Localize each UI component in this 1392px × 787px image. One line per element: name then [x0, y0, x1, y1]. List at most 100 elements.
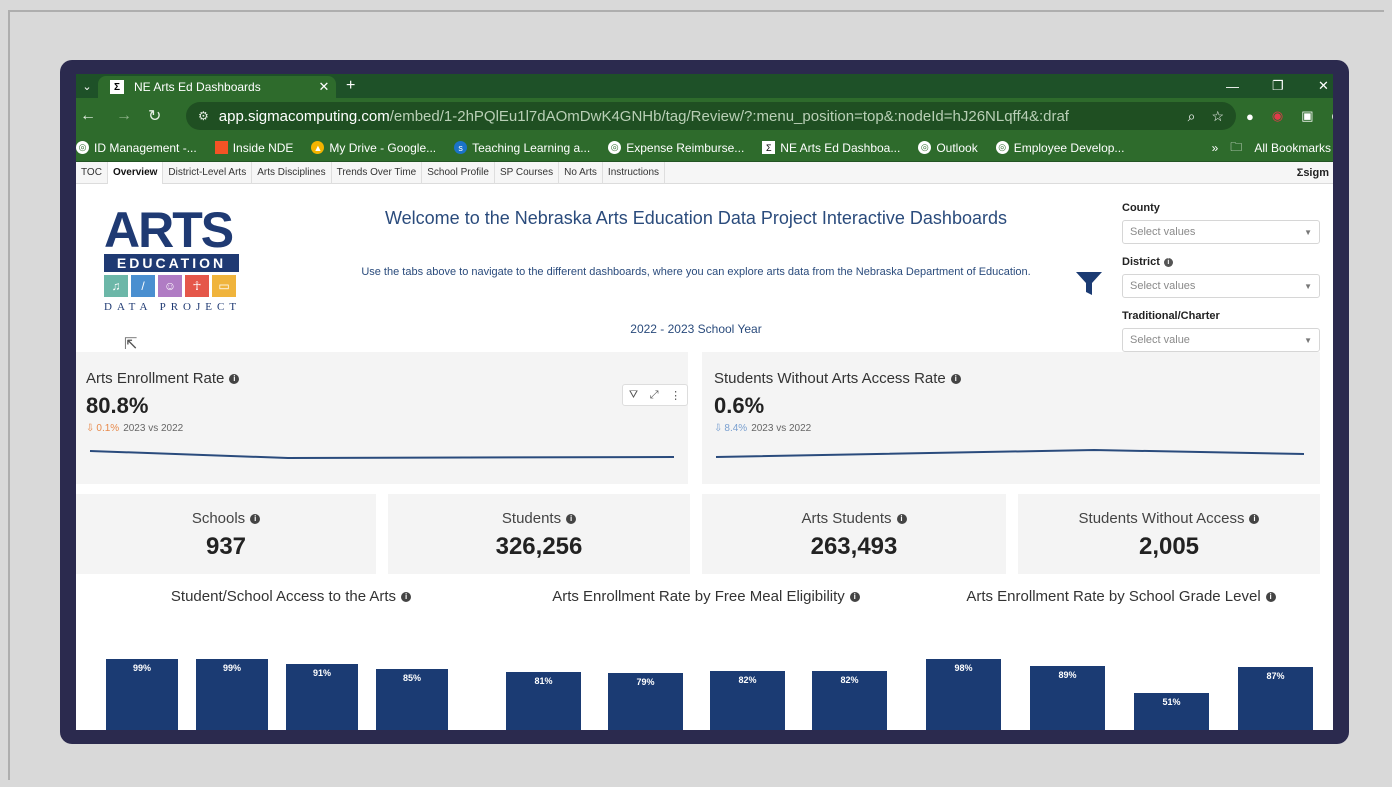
url-input[interactable]: ⚙ app.sigmacomputing.com/embed/1-2hPQlEu… — [186, 102, 1236, 130]
info-icon[interactable]: i — [401, 591, 412, 602]
video-frame: ⌄ Σ NE Arts Ed Dashboards ✕ + — ❐ ✕ ← → … — [60, 60, 1349, 744]
minimize-icon[interactable]: — — [1226, 74, 1239, 98]
bar-0-0[interactable]: 99% — [106, 658, 178, 730]
site-settings-icon[interactable]: ⚙ — [198, 109, 209, 123]
new-tab-icon[interactable]: + — [346, 74, 355, 98]
profile-avatar-icon[interactable]: ◍ — [1332, 108, 1334, 124]
kpi-value: 80.8% — [86, 393, 149, 418]
tab-arts-disciplines[interactable]: Arts Disciplines — [252, 161, 332, 184]
bookmark-outlook[interactable]: ◎ Outlook — [918, 141, 978, 155]
element-toolbar: ⛛ ⤢ ⋮ — [622, 384, 688, 406]
county-select[interactable]: Select values ▼ — [1122, 220, 1320, 244]
all-bookmarks[interactable]: All Bookmarks — [1254, 141, 1331, 155]
address-bar-row: ← → ↻ ⚙ app.sigmacomputing.com/embed/1-2… — [76, 98, 1333, 134]
page-title: Welcome to the Nebraska Arts Education D… — [385, 208, 1007, 228]
filter-toolbar-icon[interactable]: ⛛ — [629, 389, 638, 402]
tab-trends-over-time[interactable]: Trends Over Time — [332, 161, 423, 184]
stat-arts-students: Arts Students i 263,493 — [702, 494, 1006, 574]
tab-no-arts[interactable]: No Arts — [559, 161, 603, 184]
tab-school-profile[interactable]: School Profile — [422, 161, 495, 184]
chevron-down-icon: ▼ — [1304, 335, 1312, 345]
trend-badge: ⇩ 8.4% — [714, 423, 748, 434]
filter-icon — [1076, 272, 1102, 295]
bar-0-2[interactable]: 91% — [286, 664, 358, 730]
students-without-arts-panel[interactable]: Students Without Arts Access Rate i 0.6% … — [702, 352, 1320, 484]
county-label: County — [1122, 202, 1160, 214]
close-window-icon[interactable]: ✕ — [1318, 74, 1329, 98]
info-icon[interactable]: i — [250, 513, 261, 524]
tab-close-icon[interactable]: ✕ — [312, 79, 336, 95]
extension-icon[interactable]: ◉ — [1272, 108, 1283, 124]
tab-instructions[interactable]: Instructions — [603, 161, 666, 184]
info-icon[interactable]: i — [229, 373, 240, 384]
restore-icon[interactable]: ❐ — [1272, 74, 1284, 98]
bar-value-label: 81% — [534, 675, 553, 686]
stat-schools: Schools i 937 — [76, 494, 376, 574]
more-options-icon[interactable]: ⋮ — [670, 389, 681, 402]
district-select[interactable]: Select values ▼ — [1122, 274, 1320, 298]
bookmark-teaching-learning[interactable]: s Teaching Learning a... — [454, 141, 590, 155]
bar-1-2[interactable]: 82% — [710, 670, 785, 730]
tab-toc[interactable]: TOC — [76, 161, 108, 184]
bar-2-0[interactable]: 98% — [926, 659, 1001, 730]
school-year: 2022 - 2023 School Year — [630, 322, 762, 336]
bar-1-3[interactable]: 82% — [812, 670, 887, 730]
stat-students-without-access: Students Without Access i 2,005 — [1018, 494, 1320, 574]
chevron-down-icon: ▼ — [1304, 227, 1312, 237]
tab-sp-courses[interactable]: SP Courses — [495, 161, 560, 184]
tab-search-chevron-icon[interactable]: ⌄ — [76, 74, 98, 98]
bar-2-2[interactable]: 51% — [1134, 693, 1209, 730]
bookmark-inside-nde[interactable]: Inside NDE — [214, 141, 293, 155]
chart-title-grade-level: Arts Enrollment Rate by School Grade Lev… — [916, 588, 1326, 605]
bookmark-star-icon[interactable]: ☆ — [1211, 108, 1224, 125]
bookmark-my-drive[interactable]: ▲ My Drive - Google... — [311, 141, 436, 155]
charter-select[interactable]: Select value ▼ — [1122, 328, 1320, 352]
kpi-value: 0.6% — [714, 393, 765, 418]
zoom-icon[interactable]: ⌕ — [1188, 108, 1196, 125]
sharepoint-icon: s — [454, 141, 468, 154]
info-icon[interactable]: i — [566, 513, 577, 524]
media-icon: ▭ — [212, 275, 236, 297]
trend-row: ⇩ 8.4% 2023 vs 2022 — [714, 423, 812, 434]
bar-1-1[interactable]: 79% — [608, 673, 683, 730]
mic-icon[interactable]: ● — [1246, 109, 1254, 124]
info-icon[interactable]: i — [896, 513, 907, 524]
tab-overview[interactable]: Overview — [107, 161, 164, 184]
arts-enrollment-rate-panel[interactable]: Arts Enrollment Rate i 80.8% ⇩ 0.1% 2023 v… — [76, 352, 688, 484]
browser-window: ⌄ Σ NE Arts Ed Dashboards ✕ + — ❐ ✕ ← → … — [76, 74, 1333, 730]
bar-2-3[interactable]: 87% — [1238, 667, 1313, 730]
arts-education-logo: ARTS EDUCATION ♫ / ☺ ☥ ▭ DATA PROJECT — [104, 205, 242, 318]
info-icon[interactable]: i — [1249, 513, 1260, 524]
bar-1-0[interactable]: 81% — [506, 671, 581, 730]
bar-value-label: 82% — [738, 674, 757, 685]
filter-controls: County Select values ▼ District i Select v… — [1122, 202, 1320, 364]
info-icon[interactable]: i — [950, 373, 961, 384]
bar-value-label: 89% — [1058, 669, 1077, 680]
sparkline — [89, 450, 674, 460]
bookmark-id-management[interactable]: ◎ ID Management -... — [76, 141, 197, 155]
info-icon[interactable]: i — [1265, 591, 1276, 602]
windows-logo-icon — [214, 141, 228, 154]
bookmark-employee[interactable]: ◎ Employee Develop... — [995, 141, 1124, 155]
trend-row: ⇩ 0.1% 2023 vs 2022 — [86, 423, 184, 434]
theater-icon: ☺ — [158, 275, 182, 297]
bar-value-label: 85% — [402, 672, 421, 683]
bar-2-1[interactable]: 89% — [1030, 665, 1105, 730]
forward-icon[interactable]: → — [116, 98, 132, 134]
more-bookmarks-icon[interactable]: » — [1212, 141, 1219, 155]
bookmark-ne-arts[interactable]: Σ NE Arts Ed Dashboa... — [762, 141, 900, 155]
info-icon[interactable]: i — [849, 591, 860, 602]
logo-data-project-text: DATA PROJECT — [104, 301, 242, 313]
browser-tab[interactable]: Σ NE Arts Ed Dashboards ✕ — [98, 76, 336, 98]
bar-value-label: 51% — [1162, 697, 1181, 708]
bar-value-label: 98% — [954, 663, 973, 674]
info-icon[interactable]: i — [1163, 257, 1173, 267]
bar-0-3[interactable]: 85% — [376, 668, 448, 730]
tab-district-level-arts[interactable]: District-Level Arts — [163, 161, 253, 184]
bar-0-1[interactable]: 99% — [196, 658, 268, 730]
extensions-puzzle-icon[interactable]: ▣ — [1301, 108, 1313, 124]
bookmark-expense[interactable]: ◎ Expense Reimburse... — [608, 141, 744, 155]
reload-icon[interactable]: ↻ — [148, 98, 161, 134]
back-icon[interactable]: ← — [80, 98, 96, 134]
expand-icon[interactable]: ⤢ — [650, 389, 659, 402]
